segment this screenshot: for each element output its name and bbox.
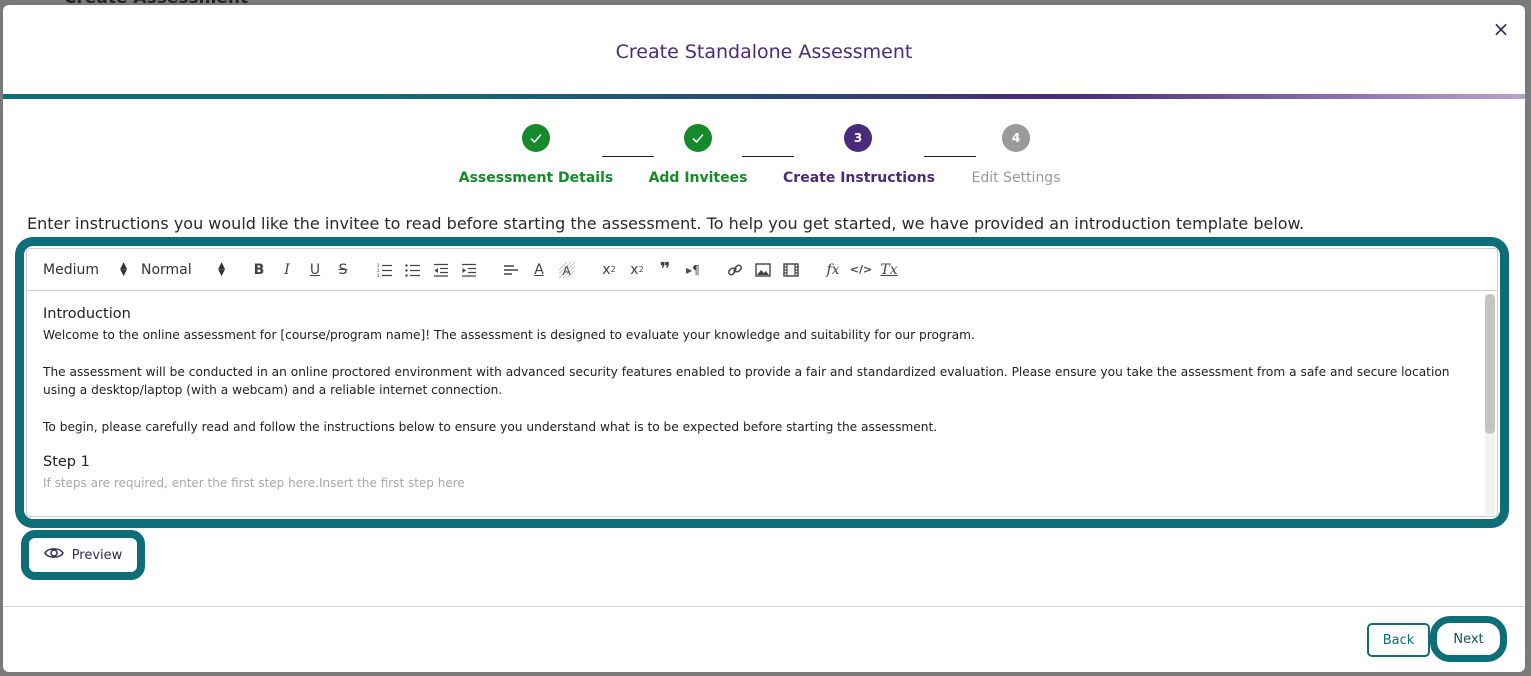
text-direction-icon[interactable]: ▸¶ (679, 258, 707, 282)
next-highlight: Next (1430, 616, 1507, 662)
step-1-label: Assessment Details (458, 170, 614, 186)
subscript-icon[interactable]: x2 (623, 258, 651, 282)
step-connector (924, 156, 976, 157)
strikethrough-icon[interactable]: S (329, 258, 357, 282)
editor-toolbar: Medium ▲ ▼ Normal ▲ ▼ B I U S 123 A A x … (27, 249, 1497, 291)
rich-text-editor[interactable]: Medium ▲ ▼ Normal ▲ ▼ B I U S 123 A A x … (26, 248, 1498, 517)
indent-icon[interactable] (455, 258, 483, 282)
next-button[interactable]: Next (1439, 625, 1498, 653)
font-size-value: Medium (43, 261, 99, 278)
create-assessment-modal: Create Standalone Assessment × Assessmen… (3, 5, 1525, 672)
formula-icon[interactable]: fx (819, 258, 847, 282)
editor-scrollbar[interactable] (1485, 294, 1495, 514)
instructions-prompt: Enter instructions you would like the in… (27, 214, 1305, 233)
preview-highlight: Preview (21, 530, 145, 580)
link-icon[interactable] (721, 258, 749, 282)
outdent-icon[interactable] (427, 258, 455, 282)
step-3-label: Create Instructions (783, 170, 935, 186)
step-3-active-marker: 3 (844, 124, 872, 152)
code-icon[interactable]: </> (847, 258, 875, 282)
svg-text:A: A (563, 264, 572, 278)
step-2-complete-icon (684, 124, 712, 152)
footer-divider (3, 606, 1525, 607)
bullet-list-icon[interactable] (399, 258, 427, 282)
underline-icon[interactable]: U (301, 258, 329, 282)
editor-scrollbar-thumb[interactable] (1485, 294, 1495, 434)
step-connector (742, 156, 794, 157)
step-1-complete-icon (522, 124, 550, 152)
block-format-select[interactable]: Normal ▲ ▼ (141, 260, 225, 278)
stepper: Assessment Details Add Invitees 3 Create… (3, 5, 1525, 195)
superscript-icon[interactable]: x2 (595, 258, 623, 282)
step-1-heading: Step 1 (43, 454, 90, 470)
step-1-placeholder: If steps are required, enter the first s… (43, 476, 465, 490)
step-4-pending-marker: 4 (1002, 124, 1030, 152)
font-size-select[interactable]: Medium ▲ ▼ (43, 260, 127, 278)
block-format-value: Normal (141, 261, 192, 278)
intro-heading: Introduction (43, 306, 131, 322)
intro-paragraph-3: To begin, please carefully read and foll… (43, 420, 938, 434)
preview-label: Preview (71, 547, 123, 563)
back-button[interactable]: Back (1367, 623, 1430, 657)
bold-icon[interactable]: B (245, 258, 273, 282)
clear-format-icon[interactable]: Tx (875, 258, 903, 282)
ordered-list-icon[interactable]: 123 (371, 258, 399, 282)
step-2-label: Add Invitees (648, 170, 748, 186)
eye-icon (43, 546, 64, 564)
italic-icon[interactable]: I (273, 258, 301, 282)
background-color-icon[interactable]: A (553, 258, 581, 282)
editor-content[interactable]: Introduction Welcome to the online asses… (27, 292, 1483, 516)
select-arrows-icon: ▲ ▼ (218, 260, 225, 278)
intro-paragraph-2: The assessment will be conducted in an o… (43, 365, 1450, 397)
align-icon[interactable] (497, 258, 525, 282)
editor-highlight: Medium ▲ ▼ Normal ▲ ▼ B I U S 123 A A x … (15, 237, 1509, 528)
svg-text:3: 3 (377, 273, 380, 277)
step-4-label: Edit Settings (971, 170, 1061, 186)
step-connector (602, 156, 654, 157)
blockquote-icon[interactable]: ❞ (651, 258, 679, 282)
preview-button[interactable]: Preview (32, 541, 134, 569)
font-color-icon[interactable]: A (525, 258, 553, 282)
intro-paragraph-1: Welcome to the online assessment for [co… (43, 328, 975, 342)
image-icon[interactable] (749, 258, 777, 282)
select-arrows-icon: ▲ ▼ (120, 260, 127, 278)
video-icon[interactable] (777, 258, 805, 282)
